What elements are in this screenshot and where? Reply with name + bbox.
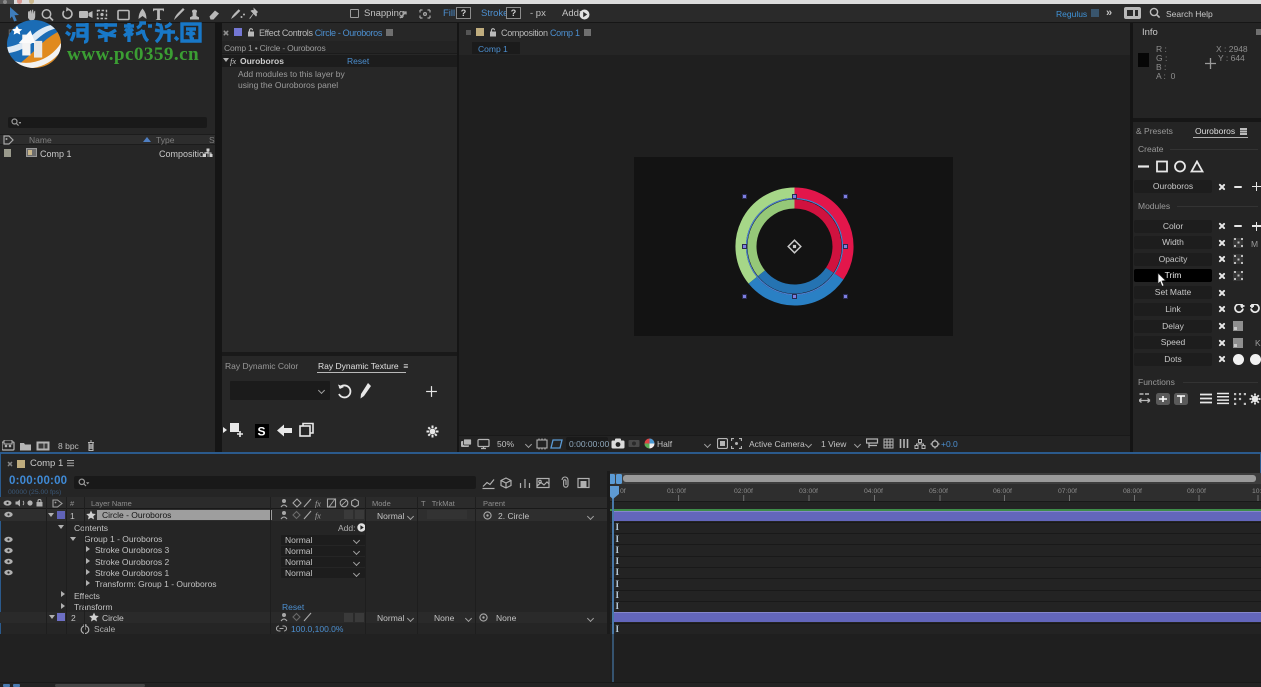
svg-text:fx: fx [315,500,321,509]
svg-text:S: S [258,425,266,439]
svg-text:fx: fx [315,512,321,521]
